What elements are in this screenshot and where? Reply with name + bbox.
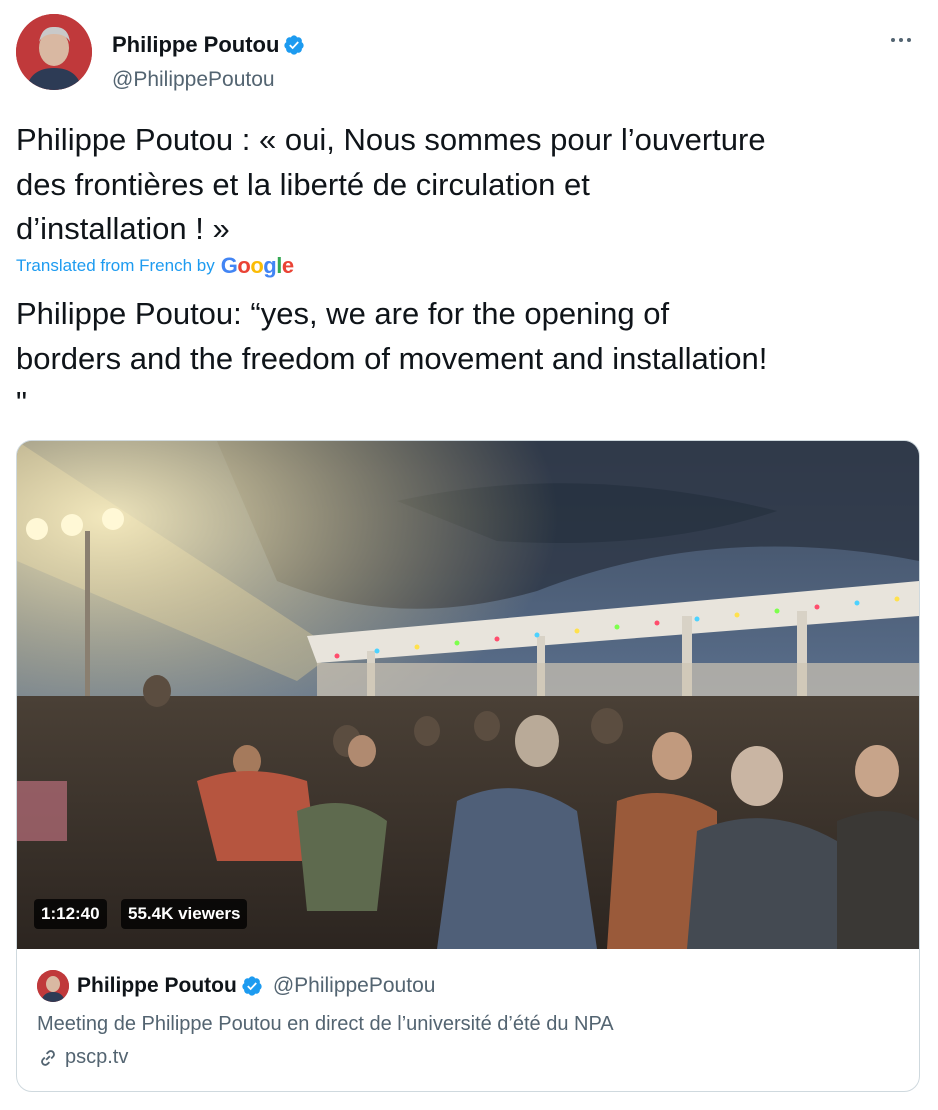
tweet-translation: Philippe Poutou: “yes, we are for the op… [16,296,768,420]
translated-label: Translated from French by [16,256,215,275]
tweet-header: Philippe Poutou @PhilippePoutou [16,14,922,92]
verified-badge-icon [242,976,262,996]
card-info: Philippe Poutou @PhilippePoutou Meeting … [37,970,897,1069]
card-description: Meeting de Philippe Poutou en direct de … [37,1013,614,1035]
card-author-handle: @PhilippePoutou [272,974,436,997]
card-author-avatar [37,970,69,1002]
tweet-text: Philippe Poutou : « oui, Nous sommes pou… [16,122,766,246]
link-card[interactable]: 1:12:40 55.4K viewers Philippe Poutou @P… [16,440,920,1092]
author-name[interactable]: Philippe Poutou [112,32,279,58]
card-link-row[interactable]: pscp.tv [37,1046,897,1069]
author-avatar[interactable] [16,14,92,90]
video-thumbnail[interactable]: 1:12:40 55.4K viewers [17,441,919,949]
viewers-badge: 55.4K viewers [121,899,248,929]
verified-badge-icon [284,35,305,55]
google-logo: Google [220,253,294,278]
card-link-text[interactable]: pscp.tv [65,1046,128,1069]
author-name-row: Philippe Poutou [112,32,305,58]
link-icon [41,1049,55,1066]
author-handle[interactable]: @PhilippePoutou [112,68,275,92]
translation-attribution[interactable]: Translated from French by Google [16,253,294,279]
card-author-name: Philippe Poutou [77,974,237,997]
duration-badge: 1:12:40 [34,899,107,929]
more-icon[interactable] [886,28,916,52]
card-author-row: Philippe Poutou @PhilippePoutou [37,970,897,1002]
